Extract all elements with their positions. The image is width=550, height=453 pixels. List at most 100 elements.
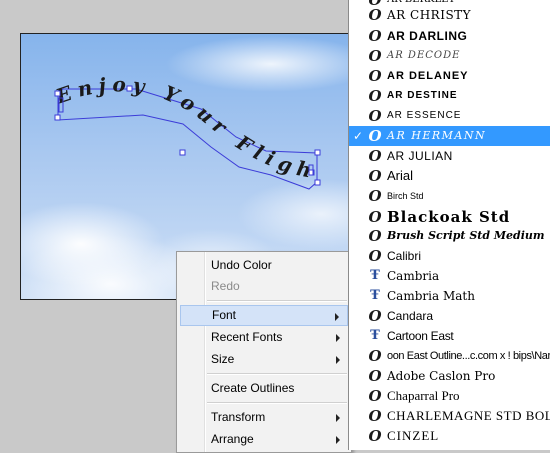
menu-item-label: Redo (211, 279, 240, 293)
opentype-icon: O (368, 47, 382, 65)
font-item-cambria-math[interactable]: Ŧ Cambria Math (349, 286, 550, 306)
path-text[interactable]: Enjoy Your Flight (21, 34, 319, 184)
font-submenu: O AR BERKLEY O AR CHRISTY O AR DARLING O… (348, 0, 550, 450)
font-name: AR ESSENCE (387, 110, 462, 121)
menu-item-create-outlines[interactable]: Create Outlines (180, 378, 348, 399)
menu-item-size[interactable]: Size (180, 349, 348, 370)
font-item-ar-julian[interactable]: O AR JULIAN (349, 146, 550, 166)
font-item-ar-essence[interactable]: O AR ESSENCE (349, 106, 550, 126)
menu-item-undo-color[interactable]: Undo Color (180, 255, 348, 276)
font-item-ar-christy[interactable]: O AR CHRISTY (349, 5, 550, 25)
font-name: Calibri (387, 249, 422, 263)
opentype-icon: O (368, 247, 382, 265)
opentype-icon: O (368, 427, 382, 445)
font-item-arial[interactable]: O Arial (349, 166, 550, 186)
selection-handle[interactable] (179, 149, 186, 156)
submenu-arrow-icon (335, 313, 339, 321)
font-name: CINZEL (387, 428, 440, 443)
font-item-cartoon-east-outline[interactable]: O oon East Outline...c.com x ! bips\Nar (349, 346, 550, 366)
submenu-arrow-icon (336, 414, 340, 422)
opentype-icon: O (368, 347, 382, 365)
font-item-cartoon-east[interactable]: Ŧ Cartoon East (349, 326, 550, 346)
menu-item-redo[interactable]: Redo (180, 276, 348, 297)
font-item-ar-decode[interactable]: O AR DECODE (349, 46, 550, 66)
submenu-arrow-icon (336, 436, 340, 444)
menu-item-transform[interactable]: Transform (180, 407, 348, 428)
font-item-blackoak-std[interactable]: O Blackoak Std (349, 206, 550, 228)
font-name: Birch Std (387, 191, 424, 201)
font-item-candara[interactable]: O Candara (349, 306, 550, 326)
selection-handle[interactable] (314, 149, 321, 156)
menu-item-recent-fonts[interactable]: Recent Fonts (180, 327, 348, 348)
font-name: AR JULIAN (387, 149, 453, 163)
font-item-birch-std[interactable]: O Birch Std (349, 186, 550, 206)
font-name: Cambria Math (387, 289, 475, 303)
opentype-icon: O (368, 107, 382, 125)
submenu-arrow-icon (336, 356, 340, 364)
menu-item-label: Recent Fonts (211, 330, 283, 344)
font-item-ar-destine[interactable]: O AR DESTINE (349, 86, 550, 106)
font-item-brush-script-std[interactable]: O Brush Script Std Medium (349, 226, 550, 246)
truetype-icon: Ŧ (370, 268, 380, 283)
menu-item-label: Undo Color (211, 258, 272, 272)
menu-item-label: Font (212, 308, 237, 322)
opentype-icon: O (368, 27, 382, 45)
selection-handle[interactable] (314, 179, 321, 186)
path-text-content: Enjoy Your Flight (21, 34, 313, 184)
font-item-cinzel[interactable]: O CINZEL (349, 426, 550, 446)
font-item-charlemagne-std[interactable]: O CHARLEMAGNE STD BOLD (349, 406, 550, 426)
font-item-ar-delaney[interactable]: O AR DELANEY (349, 66, 550, 86)
font-name: Brush Script Std Medium (387, 229, 545, 242)
opentype-icon: O (368, 127, 382, 145)
font-name: Cartoon East (387, 329, 454, 343)
font-name: Cambria (387, 269, 440, 283)
menu-item-font[interactable]: Font (180, 305, 348, 326)
font-name: Adobe Caslon Pro (387, 369, 496, 383)
menu-separator (207, 300, 347, 302)
menu-item-arrange[interactable]: Arrange (180, 429, 348, 450)
truetype-icon: Ŧ (370, 288, 380, 303)
opentype-icon: O (368, 187, 382, 205)
opentype-icon: O (368, 307, 382, 325)
font-item-calibri[interactable]: O Calibri (349, 246, 550, 266)
font-name: Blackoak Std (387, 208, 511, 226)
selection-handle[interactable] (126, 85, 133, 92)
opentype-icon: O (368, 367, 382, 385)
menu-item-label: Arrange (211, 432, 254, 446)
opentype-icon: O (368, 6, 382, 24)
opentype-icon: O (368, 167, 382, 185)
menu-item-label: Size (211, 352, 235, 366)
font-name: CHARLEMAGNE STD BOLD (387, 408, 550, 423)
selection-handle[interactable] (54, 114, 61, 121)
menu-item-label: Transform (211, 410, 266, 424)
font-item-ar-darling[interactable]: O AR DARLING (349, 26, 550, 46)
context-menu: Undo Color Redo Font Recent Fonts Size C… (176, 251, 352, 453)
font-name: AR HERMANN (387, 129, 487, 142)
opentype-icon: O (368, 208, 382, 226)
font-name: AR CHRISTY (387, 8, 472, 22)
font-name: AR DESTINE (387, 90, 458, 101)
opentype-icon: O (368, 67, 382, 85)
font-name: oon East Outline...c.com x ! bips\Nar (387, 350, 550, 362)
submenu-arrow-icon (336, 334, 340, 342)
menu-separator (207, 402, 347, 404)
opentype-icon: O (368, 387, 382, 405)
font-item-cambria[interactable]: Ŧ Cambria (349, 266, 550, 286)
font-name: AR DELANEY (387, 70, 469, 82)
font-item-chaparral-pro[interactable]: O Chaparral Pro (349, 386, 550, 406)
menu-item-label: Create Outlines (211, 381, 295, 395)
font-name: AR DARLING (387, 29, 468, 43)
font-name: Candara (387, 309, 434, 323)
checkmark-icon: ✓ (353, 129, 364, 143)
font-item-adobe-caslon-pro[interactable]: O Adobe Caslon Pro (349, 366, 550, 386)
font-item-ar-hermann[interactable]: ✓ O AR HERMANN (349, 126, 550, 146)
font-name: Chaparral Pro (387, 388, 460, 403)
menu-separator (207, 373, 347, 375)
opentype-icon: O (368, 407, 382, 425)
selection-handle[interactable] (54, 90, 61, 97)
truetype-icon: Ŧ (370, 328, 380, 343)
opentype-icon: O (368, 87, 382, 105)
opentype-icon: O (368, 227, 382, 245)
font-name: Arial (387, 168, 414, 183)
opentype-icon: O (368, 147, 382, 165)
